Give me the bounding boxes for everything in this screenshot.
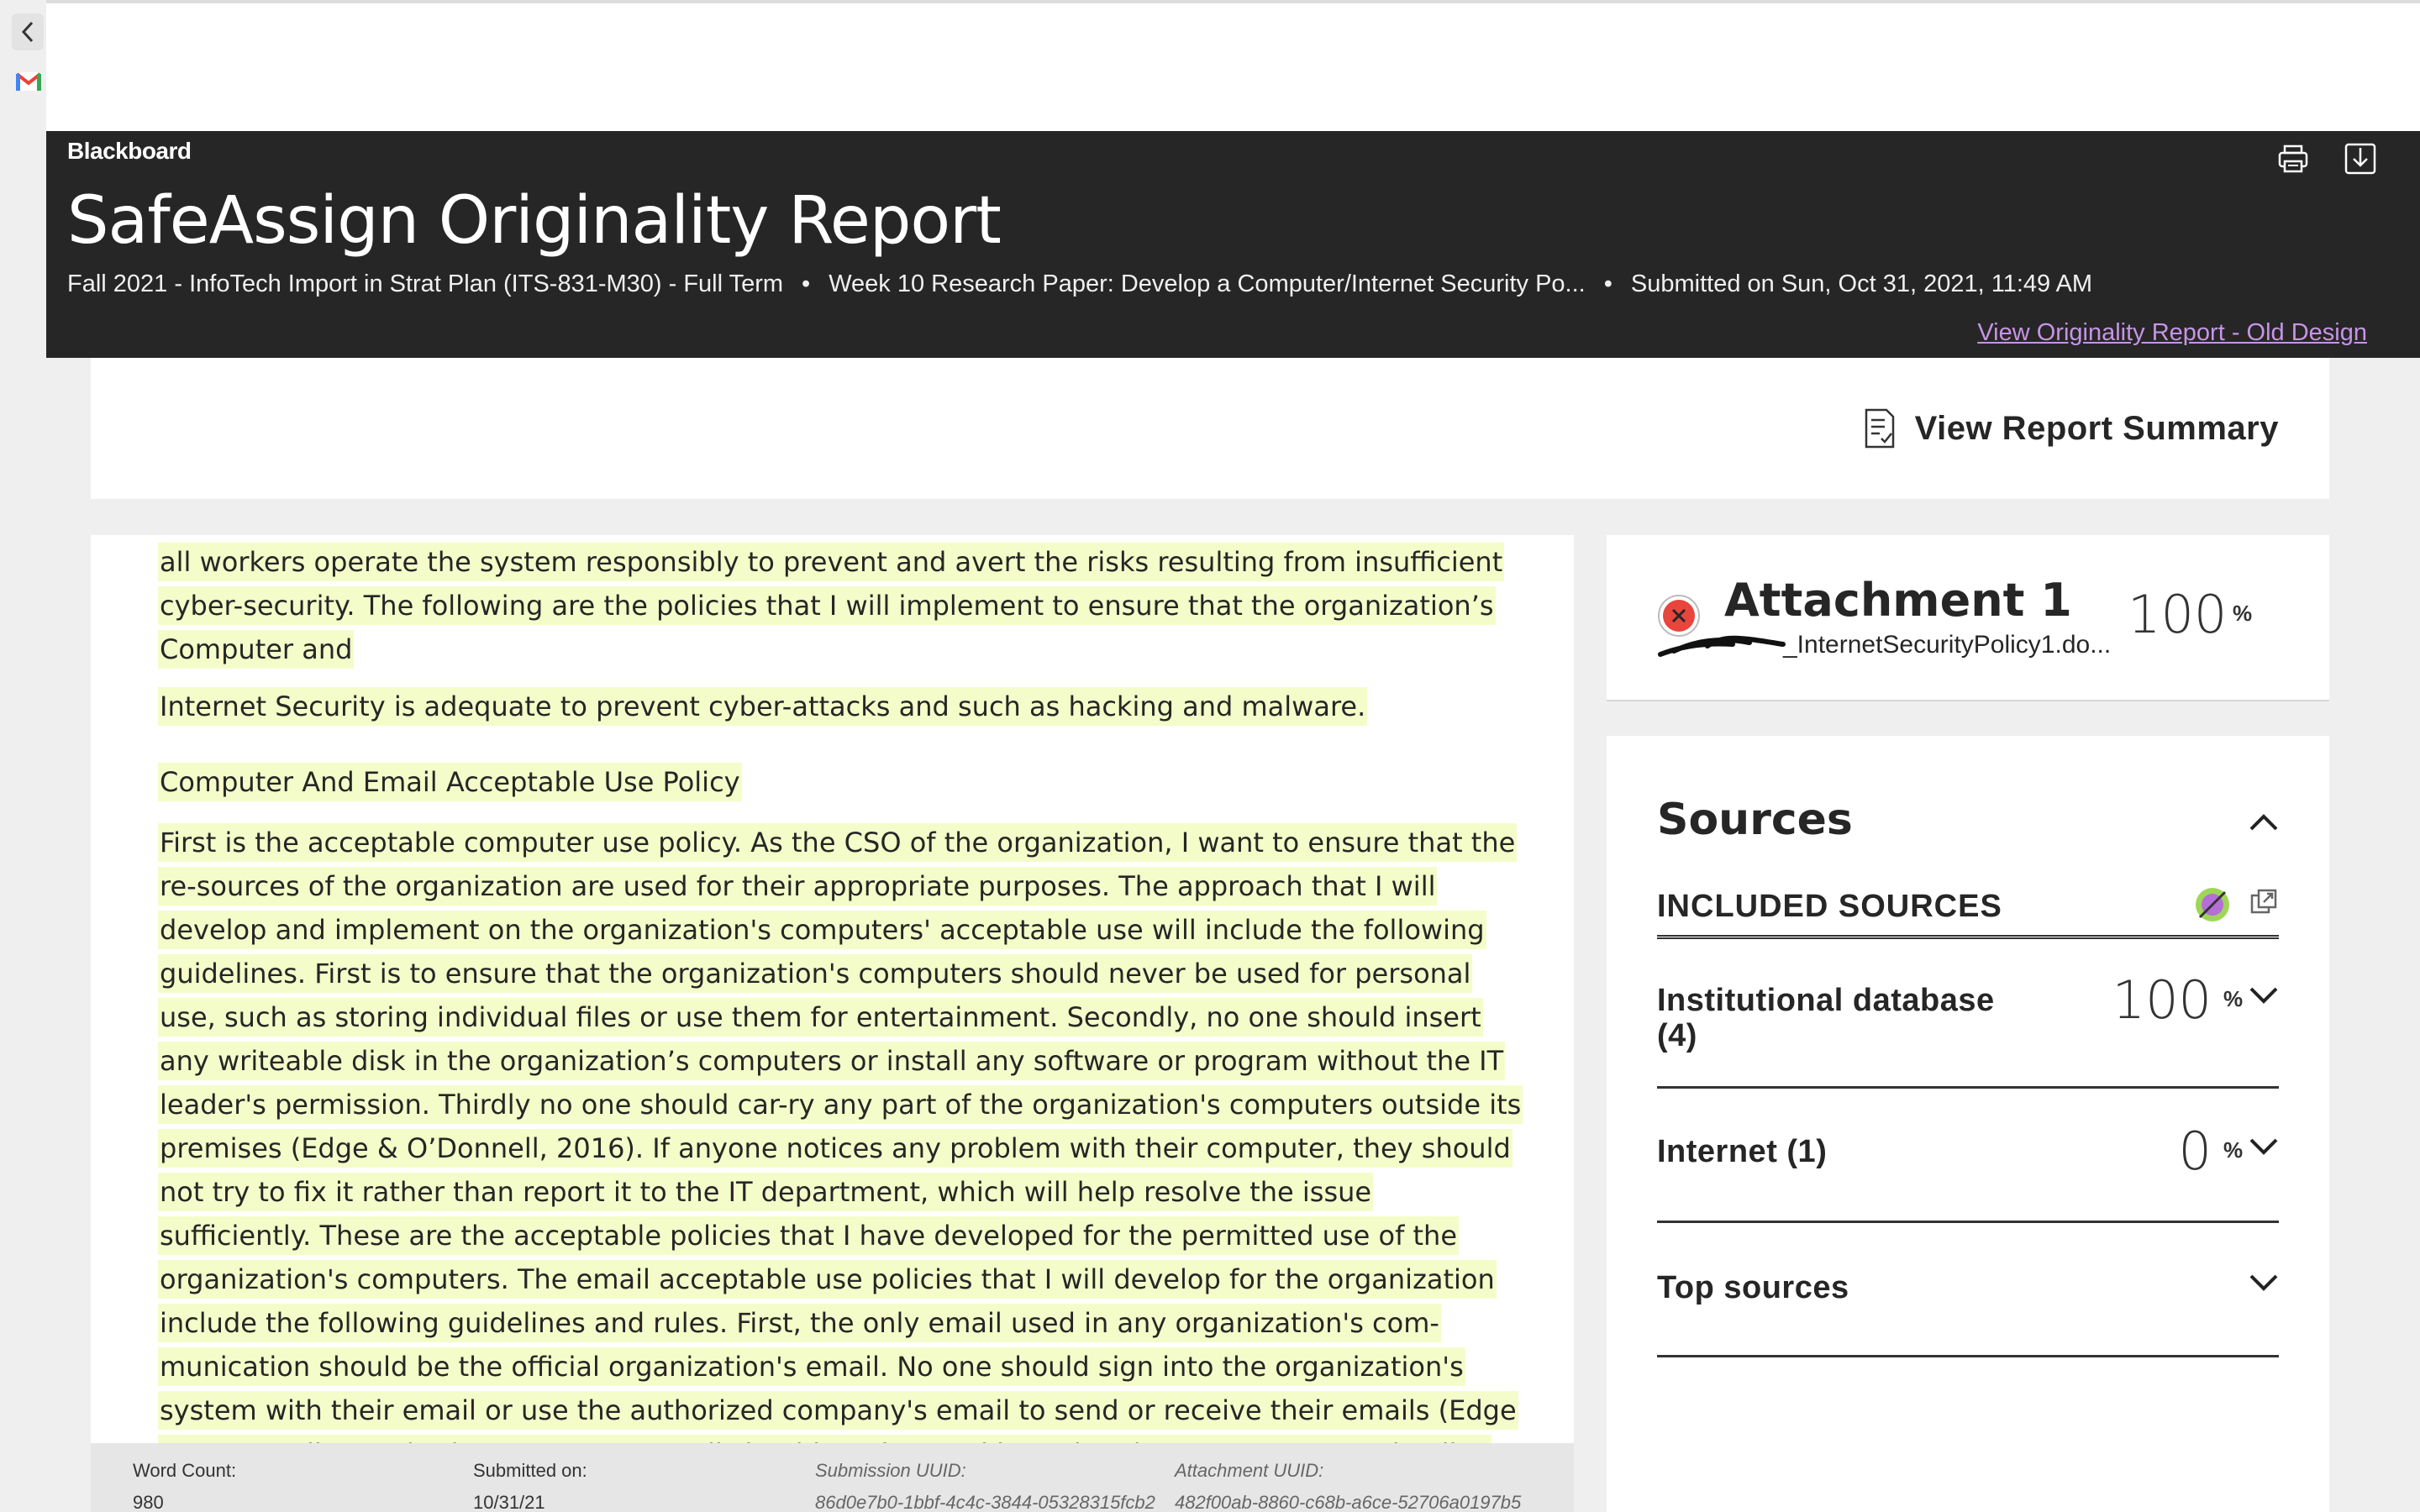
- source-row-internet[interactable]: Internet (1) 0 %: [1657, 1089, 2279, 1223]
- percent-sign: %: [2223, 1137, 2244, 1163]
- top-blank-band: [46, 0, 2420, 131]
- separator: •: [1603, 270, 1612, 297]
- attachment-card[interactable]: Attachment 1 _InternetSecurityPolicy1.do…: [1607, 535, 2329, 701]
- submitted-on-label: Submitted on:: [473, 1460, 587, 1481]
- attachment-uuid-value: 482f00ab-8860-c68b-a6ce-52706a0197b5: [1175, 1492, 1522, 1512]
- source-label: Institutional database (4): [1657, 983, 1995, 1053]
- brand-name: Blackboard: [67, 138, 192, 164]
- report-header: Blackboard SafeAssign Originality Report…: [46, 131, 2420, 358]
- gmail-icon[interactable]: [15, 71, 42, 92]
- source-percent: 100: [2112, 969, 2212, 1031]
- page-title: SafeAssign Originality Report: [67, 183, 1002, 259]
- submitted-on-value: 10/31/21: [473, 1492, 545, 1512]
- paragraph: First is the acceptable computer use pol…: [158, 821, 1528, 1512]
- browser-sidebar: [0, 0, 46, 1512]
- matched-text[interactable]: Computer And Email Acceptable Use Policy: [158, 763, 742, 801]
- source-row-institutional[interactable]: Institutional database (4) 100 %: [1657, 969, 2279, 1089]
- download-icon[interactable]: [2341, 139, 2380, 178]
- chevron-down-icon[interactable]: [2249, 1273, 2279, 1292]
- source-row-top-sources[interactable]: Top sources: [1657, 1223, 2279, 1357]
- matched-text[interactable]: all workers operate the system responsib…: [158, 543, 1505, 669]
- print-icon[interactable]: [2274, 139, 2312, 178]
- old-design-link[interactable]: View Originality Report - Old Design: [1977, 319, 2367, 347]
- document-text: all workers operate the system responsib…: [158, 535, 1528, 1512]
- assignment-name: Week 10 Research Paper: Develop a Comput…: [829, 270, 1586, 297]
- view-report-summary-button[interactable]: View Report Summary: [1863, 408, 2279, 449]
- submitted-on: Submitted on: 10/31/21: [473, 1460, 587, 1512]
- sources-title: Sources: [1657, 795, 1853, 845]
- submission-uuid-label: Submission UUID:: [815, 1460, 966, 1481]
- view-report-summary-label: View Report Summary: [1914, 409, 2279, 447]
- back-button[interactable]: [12, 13, 44, 50]
- separator: •: [802, 270, 811, 297]
- attachment-percent: 100: [2128, 584, 2228, 645]
- attachment-uuid: Attachment UUID: 482f00ab-8860-c68b-a6ce…: [1175, 1460, 1521, 1512]
- percent-sign: %: [2223, 986, 2244, 1011]
- section-heading: Computer And Email Acceptable Use Policy: [158, 760, 1528, 804]
- percent-sign: %: [2233, 601, 2253, 626]
- chevron-left-icon: [21, 21, 34, 43]
- word-count-label: Word Count:: [133, 1460, 237, 1481]
- word-count-value: 980: [133, 1492, 164, 1512]
- document-footer: Word Count: 980 Submitted on: 10/31/21 S…: [91, 1443, 1574, 1512]
- matched-text[interactable]: Internet Security is adequate to prevent…: [158, 687, 1368, 726]
- external-link-icon[interactable]: [2249, 887, 2279, 917]
- included-sources-row: INCLUDED SOURCES: [1657, 880, 2279, 939]
- chevron-up-icon[interactable]: [2249, 813, 2279, 832]
- word-count: Word Count: 980: [133, 1460, 236, 1512]
- chevron-down-icon[interactable]: [2249, 1137, 2279, 1156]
- attachment-filename: _InternetSecurityPolicy1.do...: [1783, 631, 2112, 659]
- document-viewer[interactable]: all workers operate the system responsib…: [91, 535, 1574, 1512]
- submission-date: Submitted on Sun, Oct 31, 2021, 11:49 AM: [1630, 270, 2093, 297]
- exclude-sources-icon[interactable]: [2193, 885, 2232, 924]
- attachment-uuid-label: Attachment UUID:: [1175, 1460, 1324, 1481]
- breadcrumb: Fall 2021 - InfoTech Import in Strat Pla…: [67, 270, 2092, 298]
- source-label: Internet (1): [1657, 1134, 1828, 1169]
- matched-text[interactable]: First is the acceptable computer use pol…: [158, 823, 1523, 1512]
- included-sources-label: INCLUDED SOURCES: [1657, 889, 2002, 924]
- sources-panel: Sources INCLUDED SOURCES Institutional d…: [1607, 736, 2329, 1512]
- chevron-down-icon[interactable]: [2249, 986, 2279, 1005]
- redaction-scribble: [1658, 635, 1786, 657]
- attachment-title: Attachment 1: [1724, 574, 2072, 627]
- paragraph: all workers operate the system responsib…: [158, 540, 1528, 671]
- source-label: Top sources: [1657, 1270, 1849, 1305]
- paragraph: Internet Security is adequate to prevent…: [158, 685, 1528, 728]
- report-summary-bar: View Report Summary: [91, 358, 2329, 499]
- report-icon: [1865, 408, 1894, 449]
- submission-uuid: Submission UUID: 86d0e7b0-1bbf-4c4c-3844…: [815, 1460, 1155, 1512]
- source-percent: 0: [2178, 1121, 2212, 1182]
- course-name: Fall 2021 - InfoTech Import in Strat Pla…: [67, 270, 784, 297]
- submission-uuid-value: 86d0e7b0-1bbf-4c4c-3844-05328315fcb2: [815, 1492, 1155, 1512]
